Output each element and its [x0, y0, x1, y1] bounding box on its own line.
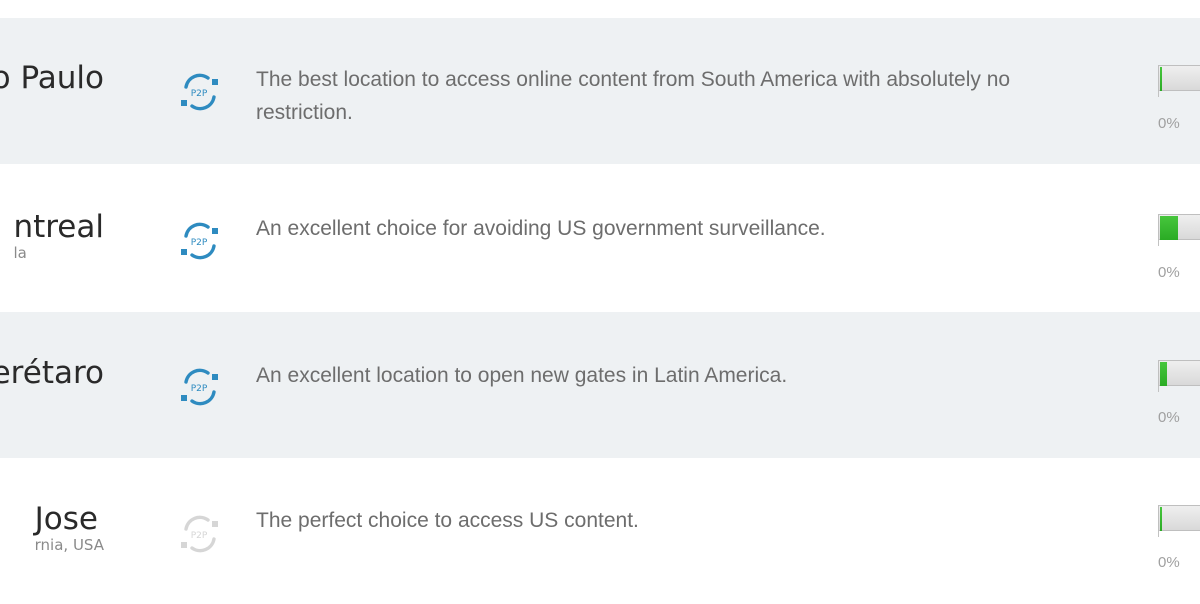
load-meter-ticks: [1158, 91, 1200, 97]
svg-text:P2P: P2P: [191, 238, 208, 248]
load-meter-track: [1158, 214, 1200, 240]
load-percent: 0%: [1158, 115, 1180, 132]
city-country: rnia, USA: [34, 536, 104, 554]
city-cell: Jose rnia, USA: [0, 458, 140, 604]
load-meter-track: [1158, 65, 1200, 91]
load-meter-ticks: [1158, 531, 1200, 537]
svg-text:P2P: P2P: [191, 531, 208, 541]
server-list: o Paulo P2P The best location to access …: [0, 0, 1200, 600]
load-meter: [1158, 65, 1200, 97]
p2p-icon: P2P: [178, 366, 222, 408]
p2p-icon: P2P: [178, 71, 222, 113]
p2p-icon: P2P: [178, 220, 222, 262]
load-meter: [1158, 505, 1200, 537]
city-country: o: [0, 391, 104, 407]
city-name: ntreal: [13, 209, 104, 245]
svg-text:P2P: P2P: [191, 89, 208, 99]
load-meter: [1158, 360, 1200, 392]
svg-text:P2P: P2P: [191, 384, 208, 394]
server-row-montreal[interactable]: ntreal la P2P An excellent choice for av…: [0, 164, 1200, 310]
load-meter-fill: [1160, 362, 1167, 386]
server-row-san-jose[interactable]: Jose rnia, USA P2P The perfect choice to…: [0, 458, 1200, 604]
server-description: The best location to access online conte…: [256, 68, 1011, 124]
load-meter-ticks: [1158, 240, 1200, 246]
load-meter-fill: [1160, 216, 1178, 240]
city-country: la: [13, 244, 27, 262]
server-row-sao-paulo[interactable]: o Paulo P2P The best location to access …: [0, 18, 1200, 164]
server-row-queretaro[interactable]: erétaro o P2P An excellent location to o…: [0, 312, 1200, 458]
load-percent: 0%: [1158, 264, 1180, 281]
server-description: An excellent choice for avoiding US gove…: [256, 217, 826, 240]
city-name: Jose: [34, 501, 98, 537]
load-percent: 0%: [1158, 554, 1180, 571]
load-meter-fill: [1160, 507, 1162, 531]
load-meter-fill: [1160, 67, 1162, 91]
city-cell: erétaro o: [0, 312, 140, 458]
load-meter-track: [1158, 360, 1200, 386]
server-description: The perfect choice to access US content.: [256, 509, 639, 532]
city-name: o Paulo: [0, 60, 104, 96]
city-cell: ntreal la: [0, 164, 140, 310]
city-name: erétaro: [0, 355, 104, 391]
p2p-icon: P2P: [178, 513, 222, 555]
city-cell: o Paulo: [0, 18, 140, 164]
load-percent: 0%: [1158, 409, 1180, 426]
load-meter-ticks: [1158, 386, 1200, 392]
load-meter-track: [1158, 505, 1200, 531]
load-meter: [1158, 214, 1200, 246]
server-description: An excellent location to open new gates …: [256, 364, 788, 387]
